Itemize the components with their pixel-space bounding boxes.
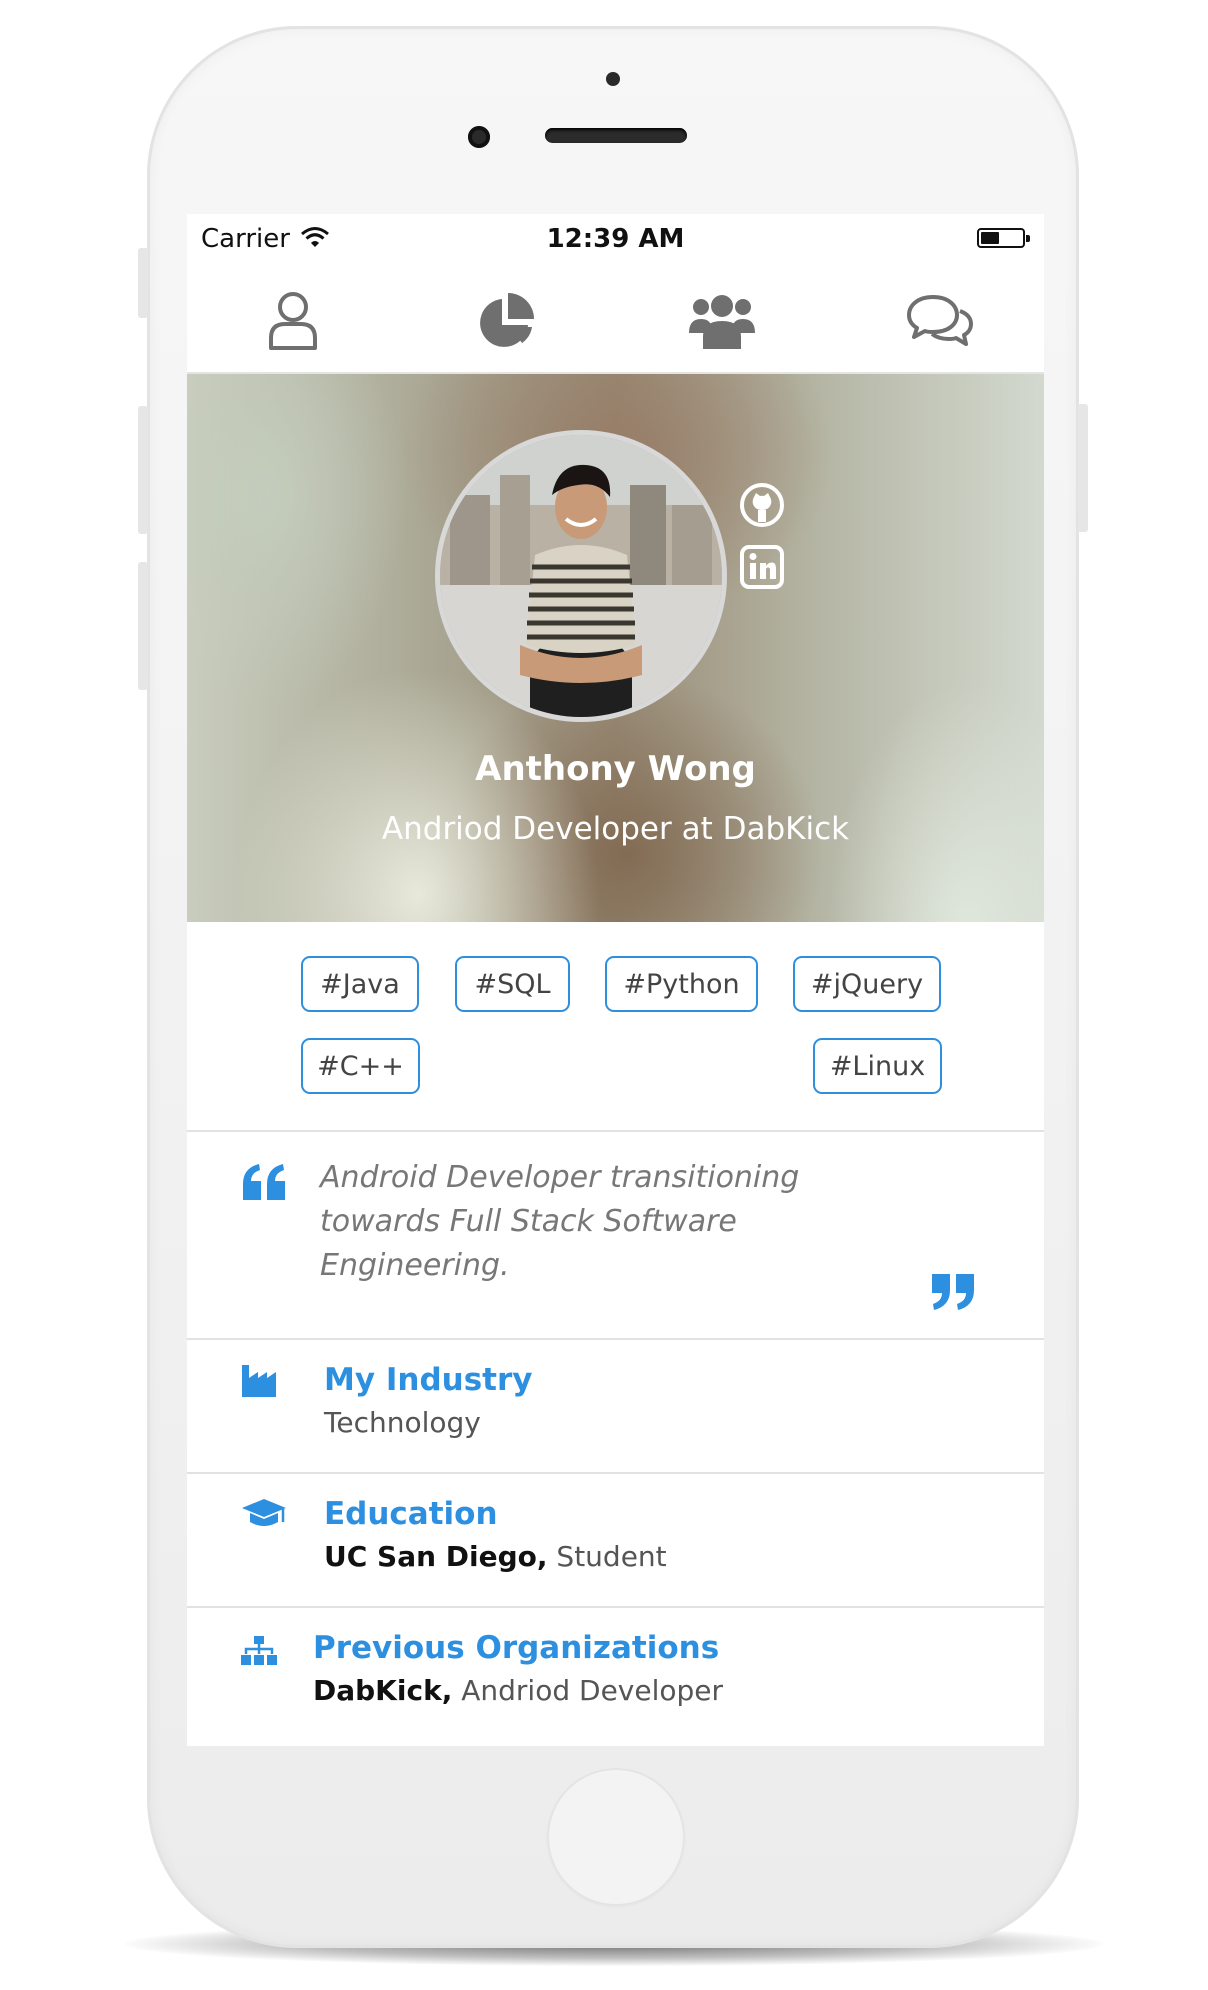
- user-icon: [269, 292, 317, 350]
- volume-down-button: [138, 562, 148, 690]
- education-detail: UC San Diego, Student: [324, 1540, 667, 1573]
- profile-name: Anthony Wong: [475, 749, 756, 789]
- bio-text: Android Developer transitioning towards …: [320, 1160, 800, 1283]
- profile-role: Andriod Developer at DabKick: [381, 811, 850, 847]
- power-button: [1078, 404, 1088, 532]
- organization-name: DabKick,: [313, 1674, 453, 1707]
- education-section: Education UC San Diego, Student: [187, 1474, 1044, 1608]
- sitemap-icon: [241, 1636, 277, 1665]
- quote-close-icon: [932, 1274, 974, 1310]
- profile-header: Anthony Wong Andriod Developer at DabKic…: [187, 374, 1044, 922]
- tag-java[interactable]: #Java: [301, 956, 419, 1012]
- tab-groups[interactable]: [687, 286, 757, 356]
- industry-value: Technology: [324, 1406, 481, 1439]
- pie-chart-icon: [480, 293, 534, 347]
- industry-title: My Industry: [324, 1362, 533, 1398]
- tag-sql[interactable]: #SQL: [455, 956, 570, 1012]
- volume-up-button: [138, 406, 148, 534]
- education-school: UC San Diego,: [324, 1540, 548, 1573]
- clock: 12:39 AM: [546, 224, 685, 254]
- github-link[interactable]: [739, 482, 785, 528]
- tag-cpp[interactable]: #C++: [301, 1038, 420, 1094]
- industry-icon: [242, 1365, 276, 1397]
- earpiece-speaker: [545, 128, 687, 143]
- organizations-title: Previous Organizations: [313, 1630, 720, 1666]
- industry-section: My Industry Technology: [187, 1340, 1044, 1474]
- organizations-detail: DabKick, Andriod Developer: [313, 1674, 723, 1707]
- linkedin-icon: [740, 545, 784, 589]
- bio-quote: Android Developer transitioning towards …: [187, 1132, 1044, 1340]
- skill-tags: #Java #SQL #Python #jQuery #C++ #Linux: [187, 922, 1044, 1132]
- organization-role: Andriod Developer: [452, 1674, 724, 1707]
- mute-switch: [138, 248, 148, 318]
- proximity-sensor: [606, 72, 620, 86]
- education-title: Education: [324, 1496, 498, 1532]
- profile-photo: [440, 435, 722, 717]
- comments-icon: [907, 295, 973, 346]
- avatar: [435, 430, 727, 722]
- organizations-section: Previous Organizations DabKick, Andriod …: [187, 1608, 1044, 1746]
- front-camera: [468, 126, 490, 148]
- tag-jquery[interactable]: #jQuery: [793, 956, 941, 1012]
- tab-stats[interactable]: [471, 286, 541, 356]
- tab-profile[interactable]: [258, 286, 328, 356]
- education-degree: Student: [547, 1540, 667, 1573]
- tag-python[interactable]: #Python: [605, 956, 758, 1012]
- status-bar: Carrier 12:39 AM: [187, 214, 1044, 264]
- users-group-icon: [689, 295, 755, 349]
- quote-open-icon: [243, 1164, 285, 1200]
- linkedin-link[interactable]: [739, 544, 785, 590]
- tag-linux[interactable]: #Linux: [813, 1038, 942, 1094]
- battery-icon: [977, 228, 1030, 248]
- app-screen: Carrier 12:39 AM Anthony Wong Andriod De…: [187, 214, 1044, 1746]
- graduation-cap-icon: [242, 1499, 286, 1526]
- github-icon: [740, 483, 784, 527]
- tab-messages[interactable]: [905, 286, 975, 356]
- home-button[interactable]: [547, 1768, 685, 1906]
- tab-bar: [187, 264, 1044, 374]
